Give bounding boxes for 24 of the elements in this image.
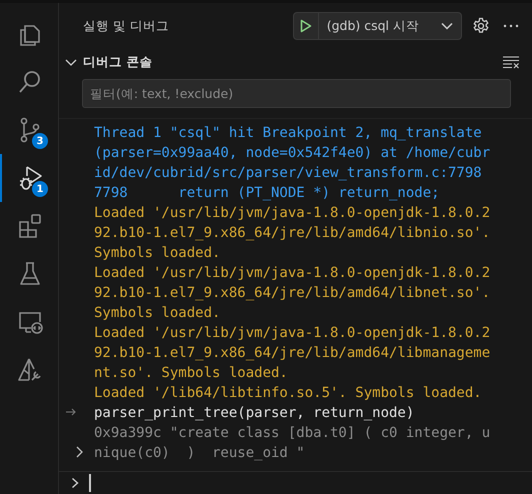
chevron-right-icon[interactable] — [75, 445, 85, 459]
count-badge: 3 — [32, 133, 48, 149]
console-line: 7798 return (PT_NODE *) return_node; — [94, 184, 441, 203]
console-line: Loaded '/lib64/libtinfo.so.5'. Symbols loaded. — [94, 384, 483, 403]
console-line: Loaded '/usr/lib/jvm/java-1.8.0-openjdk-1.8.0.292.b10-1.el7_9.x86_64/jre/lib/amd64/libnet.so'. Symbols loaded. — [94, 264, 492, 323]
console-result-line: 0x9a399c "create class [dba.t0] ( c0 integer, unique(c0) ) reuse_oid " — [94, 424, 492, 463]
chevron-down-icon — [441, 22, 453, 30]
console-input-field[interactable] — [59, 471, 532, 494]
console-input-line: parser_print_tree(parser, return_node) — [94, 404, 416, 423]
console-line: Loaded '/usr/lib/jvm/java-1.8.0-openjdk-1.8.0.292.b10-1.el7_9.x86_64/jre/lib/amd64/libnio.so'. Symbols loaded. — [94, 204, 492, 263]
panel-title: 실행 및 디버그 — [83, 18, 170, 34]
more-icon — [503, 24, 519, 28]
play-icon — [300, 19, 312, 33]
prompt-icon — [71, 477, 79, 489]
console-line: Thread 1 "csql" hit Breakpoint 2, mq_translate (parser=0x99aa40, node=0x542f4e0) at /home/cubrid/dev/cubrid/src/parser/view_transform.c:7798 — [94, 124, 492, 183]
settings-icon — [472, 17, 490, 35]
launch-config-dropdown[interactable]: (gdb) csql 시작 — [318, 13, 461, 39]
arrow-icon — [65, 407, 77, 417]
extensions-icon[interactable] — [16, 212, 44, 240]
console-line: Loaded '/usr/lib/jvm/java-1.8.0-openjdk-1.8.0.292.b10-1.el7_9.x86_64/jre/lib/amd64/libmanagement.so'. Symbols loaded. — [94, 324, 492, 383]
count-badge: 1 — [32, 181, 48, 197]
filter-field[interactable]: 필터(예: text, !exclude) — [82, 79, 511, 108]
clear-console-icon[interactable] — [502, 55, 520, 69]
section-title: 디버그 콘솔 — [83, 54, 154, 70]
